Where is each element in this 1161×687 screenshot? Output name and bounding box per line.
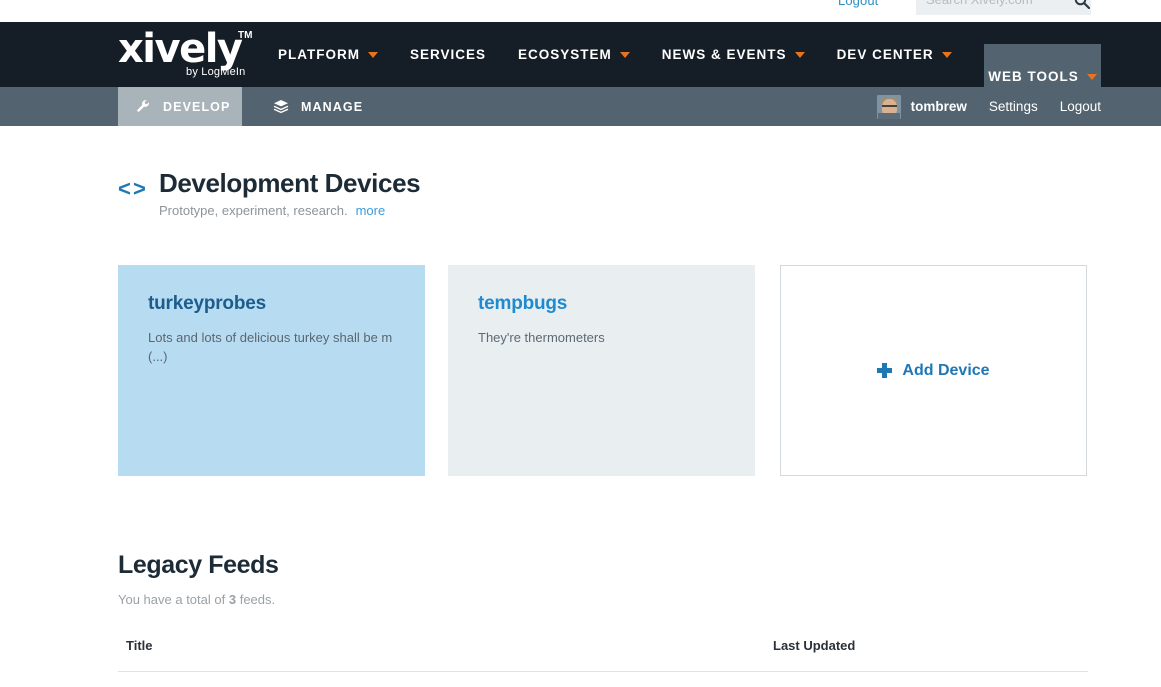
secondary-navigation-bar: DEVELOP MANAGE tombrew Settings Logout — [0, 87, 1161, 126]
chevron-down-icon — [1087, 74, 1097, 80]
nav-item-services[interactable]: SERVICES — [410, 22, 498, 87]
page-subtitle-text: Prototype, experiment, research. — [159, 203, 348, 218]
chevron-down-icon — [368, 52, 378, 58]
nav-item-ecosystem[interactable]: ECOSYSTEM — [518, 22, 642, 87]
username-label[interactable]: tombrew — [911, 99, 967, 114]
table-header-row: Title Last Updated — [118, 638, 1088, 672]
legacy-count-prefix: You have a total of — [118, 592, 225, 607]
page-title: Development Devices — [159, 168, 420, 199]
nav-item-label: ECOSYSTEM — [518, 47, 612, 62]
more-link[interactable]: more — [356, 203, 386, 218]
code-brackets-icon: < > — [118, 176, 144, 202]
device-name: tempbugs — [478, 293, 567, 315]
device-description: They're thermometers — [478, 328, 728, 347]
tab-develop[interactable]: DEVELOP — [118, 87, 242, 126]
settings-link[interactable]: Settings — [989, 99, 1038, 114]
logo-tagline: by LogMeIn — [186, 66, 245, 78]
add-device-label: Add Device — [902, 362, 989, 380]
nav-item-label: NEWS & EVENTS — [662, 47, 787, 62]
layers-icon — [273, 99, 289, 114]
tab-label: MANAGE — [301, 100, 363, 114]
utility-logout-link[interactable]: Logout — [838, 0, 878, 8]
column-header-last-updated[interactable]: Last Updated — [773, 638, 855, 653]
column-header-title[interactable]: Title — [118, 638, 773, 653]
wrench-icon — [136, 99, 151, 114]
trademark-mark: TM — [238, 30, 252, 41]
site-search-placeholder: Search Xively.com — [926, 0, 1033, 7]
nav-item-list: PLATFORM SERVICES ECOSYSTEM NEWS & EVENT… — [278, 22, 984, 87]
legacy-count-value: 3 — [229, 592, 236, 607]
page-subtitle: Prototype, experiment, research. more — [159, 203, 385, 218]
legacy-feeds-count: You have a total of 3 feeds. — [118, 592, 279, 607]
device-description: Lots and lots of delicious turkey shall … — [148, 328, 398, 366]
plus-icon — [877, 363, 892, 378]
legacy-feeds-section: Legacy Feeds You have a total of 3 feeds… — [118, 551, 279, 607]
add-device-button[interactable]: Add Device — [877, 362, 989, 380]
utility-strip: Logout Search Xively.com — [0, 0, 1161, 22]
xively-logo[interactable]: xively TM by LogMeIn — [118, 28, 268, 84]
legacy-count-suffix: feeds. — [240, 592, 275, 607]
chevron-down-icon — [620, 52, 630, 58]
nav-item-label: WEB TOOLS — [988, 69, 1079, 84]
avatar-body — [878, 113, 900, 119]
legacy-feeds-title: Legacy Feeds — [118, 551, 279, 580]
add-device-card[interactable]: Add Device — [780, 265, 1087, 476]
tab-label: DEVELOP — [163, 100, 230, 114]
device-card-turkeyprobes[interactable]: turkeyprobes Lots and lots of delicious … — [118, 265, 425, 476]
nav-item-label: DEV CENTER — [837, 47, 934, 62]
legacy-feeds-table: Title Last Updated — [118, 638, 1088, 672]
nav-item-news-and-events[interactable]: NEWS & EVENTS — [662, 22, 817, 87]
nav-item-dev-center[interactable]: DEV CENTER — [837, 22, 964, 87]
avatar[interactable] — [877, 95, 901, 119]
chevron-down-icon — [795, 52, 805, 58]
device-name: turkeyprobes — [148, 293, 266, 315]
avatar-glasses — [882, 105, 897, 108]
search-icon[interactable] — [1074, 0, 1090, 9]
chevron-down-icon — [942, 52, 952, 58]
device-card-tempbugs[interactable]: tempbugs They're thermometers — [448, 265, 755, 476]
nav-item-label: SERVICES — [410, 47, 486, 62]
user-menu: tombrew Settings Logout — [877, 87, 1101, 126]
primary-navigation-bar: xively TM by LogMeIn PLATFORM SERVICES E… — [0, 22, 1161, 87]
nav-item-platform[interactable]: PLATFORM — [278, 22, 390, 87]
logout-link[interactable]: Logout — [1060, 99, 1101, 114]
tab-manage[interactable]: MANAGE — [255, 87, 381, 126]
nav-item-label: PLATFORM — [278, 47, 360, 62]
